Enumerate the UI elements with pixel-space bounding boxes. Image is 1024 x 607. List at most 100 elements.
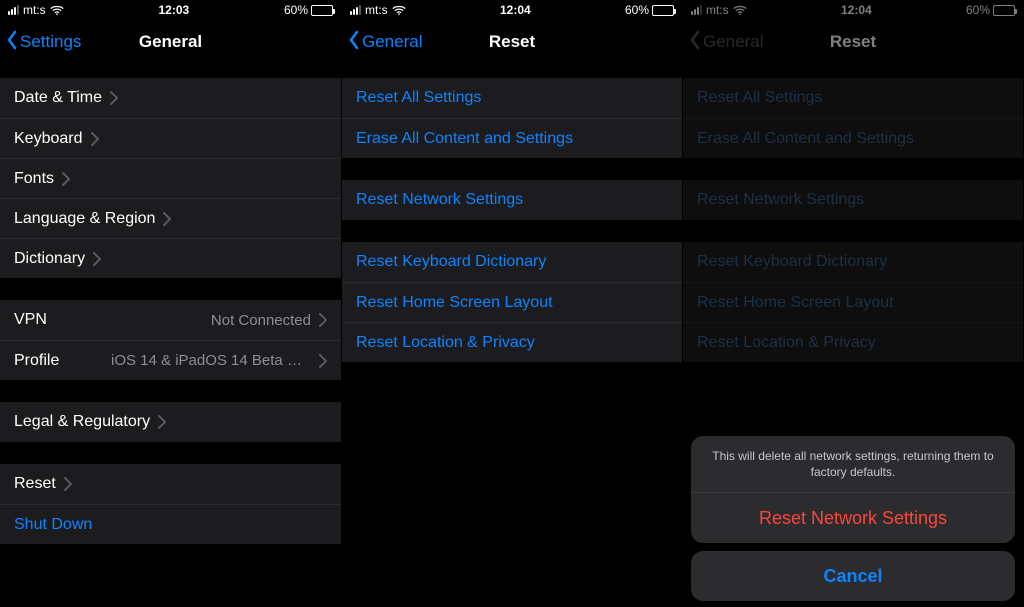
signal-bars-icon (8, 5, 19, 15)
chevron-left-icon (689, 30, 701, 55)
nav-bar: Settings General (0, 20, 341, 64)
row-label: Fonts (14, 170, 54, 188)
back-label: General (703, 32, 763, 52)
row-label: VPN (14, 311, 47, 329)
settings-group: Reset Shut Down (0, 464, 341, 544)
phone-pane: mt:s 12:04 60% General Reset Reset All Settin… (341, 0, 682, 607)
status-bar: mt:s12:0360% (0, 0, 341, 20)
phone-pane: mt:s 12:04 60% General Reset Reset All Settin… (682, 0, 1023, 607)
row-label: Reset (14, 475, 56, 493)
row-label: Dictionary (14, 250, 85, 268)
wifi-icon (733, 5, 747, 15)
settings-row[interactable]: Reset Network Settings (683, 180, 1023, 220)
settings-row[interactable]: Profile iOS 14 & iPadOS 14 Beta Softwar..… (0, 340, 341, 380)
settings-row[interactable]: Dictionary (0, 238, 341, 278)
battery-icon (311, 5, 333, 16)
row-label: Reset All Settings (356, 89, 481, 107)
back-label: General (362, 32, 422, 52)
carrier-label: mt:s (23, 3, 46, 17)
wifi-icon (50, 5, 64, 15)
signal-bars-icon (691, 5, 702, 15)
settings-row[interactable]: Legal & Regulatory (0, 402, 341, 442)
row-label: Reset Location & Privacy (356, 334, 535, 352)
row-label: Reset Network Settings (356, 191, 523, 209)
settings-row[interactable]: Reset Home Screen Layout (342, 282, 682, 322)
battery-indicator: 60% (284, 3, 333, 17)
row-label: Reset Network Settings (697, 191, 864, 209)
settings-row[interactable]: Reset Location & Privacy (342, 322, 682, 362)
settings-row[interactable]: Date & Time (0, 78, 341, 118)
settings-row[interactable]: Reset (0, 464, 341, 504)
content: Date & Time Keyboard Fonts Language & Regio… (0, 64, 341, 607)
settings-row[interactable]: Reset Location & Privacy (683, 322, 1023, 362)
back-button[interactable]: General (689, 20, 763, 64)
battery-icon (993, 5, 1015, 16)
chevron-right-icon (91, 132, 99, 146)
nav-bar: General Reset (683, 20, 1023, 64)
row-label: Keyboard (14, 130, 83, 148)
settings-group: Reset Network Settings (342, 180, 682, 220)
row-label: Shut Down (14, 516, 92, 534)
action-sheet: This will delete all network settings, r… (691, 436, 1015, 601)
battery-percent: 60% (966, 3, 990, 17)
battery-indicator: 60% (625, 3, 674, 17)
battery-icon (652, 5, 674, 16)
back-label: Settings (20, 32, 81, 52)
wifi-icon (392, 5, 406, 15)
chevron-right-icon (163, 212, 171, 226)
settings-group: Reset All Settings Erase All Content and … (342, 78, 682, 158)
row-label: Erase All Content and Settings (356, 130, 573, 148)
chevron-right-icon (62, 172, 70, 186)
status-clock: 12:04 (500, 3, 531, 17)
row-value: iOS 14 & iPadOS 14 Beta Softwar... (111, 352, 311, 369)
settings-group: Legal & Regulatory (0, 402, 341, 442)
chevron-right-icon (93, 252, 101, 266)
page-title: General (139, 32, 202, 52)
settings-row[interactable]: Reset Keyboard Dictionary (683, 242, 1023, 282)
settings-row[interactable]: Reset All Settings (342, 78, 682, 118)
sheet-cancel-button[interactable]: Cancel (691, 551, 1015, 601)
settings-row[interactable]: Reset All Settings (683, 78, 1023, 118)
settings-row[interactable]: Shut Down (0, 504, 341, 544)
back-button[interactable]: Settings (6, 20, 81, 64)
status-bar: mt:s 12:04 60% (683, 0, 1023, 20)
row-label: Reset Keyboard Dictionary (356, 253, 546, 271)
status-clock: 12:04 (841, 3, 872, 17)
settings-row[interactable]: VPN Not Connected (0, 300, 341, 340)
row-label: Profile (14, 352, 59, 370)
row-label: Erase All Content and Settings (697, 130, 914, 148)
sheet-destructive-button[interactable]: Reset Network Settings (691, 493, 1015, 543)
row-label: Reset Home Screen Layout (356, 294, 553, 312)
chevron-right-icon (110, 91, 118, 105)
settings-group: Reset All Settings Erase All Content and … (683, 78, 1023, 158)
settings-group: Reset Network Settings (683, 180, 1023, 220)
settings-row[interactable]: Language & Region (0, 198, 341, 238)
settings-row[interactable]: Erase All Content and Settings (683, 118, 1023, 158)
page-title: Reset (830, 32, 876, 52)
carrier-label: mt:s (365, 3, 388, 17)
row-value: Not Connected (211, 312, 311, 329)
settings-row[interactable]: Fonts (0, 158, 341, 198)
row-label: Date & Time (14, 89, 102, 107)
settings-row[interactable]: Keyboard (0, 118, 341, 158)
chevron-right-icon (319, 313, 327, 327)
status-bar: mt:s 12:04 60% (342, 0, 682, 20)
settings-group: Reset Keyboard Dictionary Reset Home Scre… (683, 242, 1023, 362)
row-label: Language & Region (14, 210, 155, 228)
carrier-label: mt:s (706, 3, 729, 17)
settings-row[interactable]: Erase All Content and Settings (342, 118, 682, 158)
chevron-right-icon (64, 477, 72, 491)
row-label: Reset Keyboard Dictionary (697, 253, 887, 271)
settings-row[interactable]: Reset Network Settings (342, 180, 682, 220)
battery-percent: 60% (284, 3, 308, 17)
row-label: Reset Home Screen Layout (697, 294, 894, 312)
row-label: Legal & Regulatory (14, 413, 150, 431)
settings-group: Reset Keyboard Dictionary Reset Home Scre… (342, 242, 682, 362)
back-button[interactable]: General (348, 20, 422, 64)
chevron-left-icon (348, 30, 360, 55)
sheet-message: This will delete all network settings, r… (691, 436, 1015, 493)
nav-bar: General Reset (342, 20, 682, 64)
page-title: Reset (489, 32, 535, 52)
settings-row[interactable]: Reset Keyboard Dictionary (342, 242, 682, 282)
settings-row[interactable]: Reset Home Screen Layout (683, 282, 1023, 322)
